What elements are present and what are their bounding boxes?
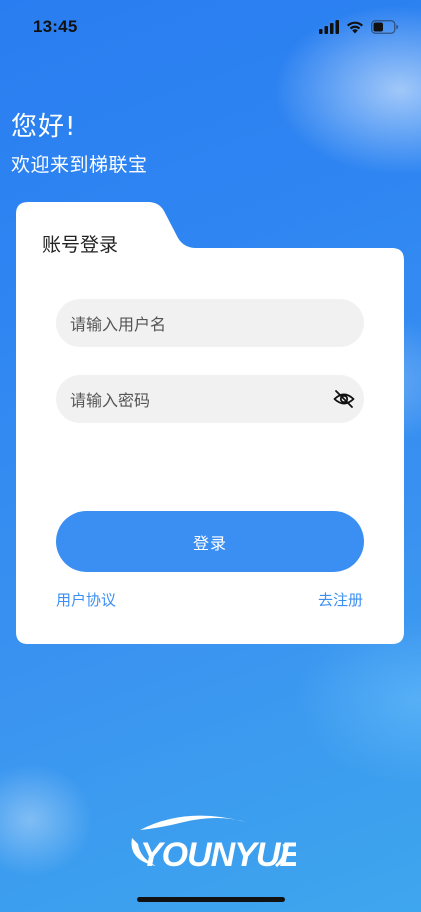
status-icons (319, 20, 399, 34)
welcome-subtitle: 欢迎来到梯联宝 (11, 154, 148, 176)
status-time: 13:45 (33, 17, 78, 36)
home-indicator (137, 897, 285, 902)
brand-logo-text: YOUNYUE (140, 836, 296, 874)
battery-icon (371, 20, 399, 34)
username-field[interactable]: 请输入用户名 (56, 299, 364, 347)
tab-account-login[interactable]: 账号登录 (42, 230, 118, 257)
password-field[interactable]: 请输入密码 (56, 375, 364, 423)
login-button[interactable]: 登录 (56, 511, 364, 572)
cellular-signal-icon (319, 20, 339, 34)
register-link[interactable]: 去注册 (318, 589, 363, 610)
login-card-background (16, 202, 404, 644)
status-bar: 13:45 (0, 0, 421, 54)
greeting-title: 您好! (11, 112, 77, 142)
username-placeholder: 请输入用户名 (70, 315, 167, 334)
younyue-logo: YOUNYUE (131, 815, 296, 874)
eye-off-icon[interactable] (332, 387, 356, 411)
wifi-icon (347, 21, 363, 34)
login-card: 账号登录 请输入用户名 请输入密码 登录 用户协议 去注册 (16, 202, 404, 644)
user-agreement-link[interactable]: 用户协议 (56, 589, 116, 610)
password-placeholder: 请输入密码 (70, 391, 151, 410)
